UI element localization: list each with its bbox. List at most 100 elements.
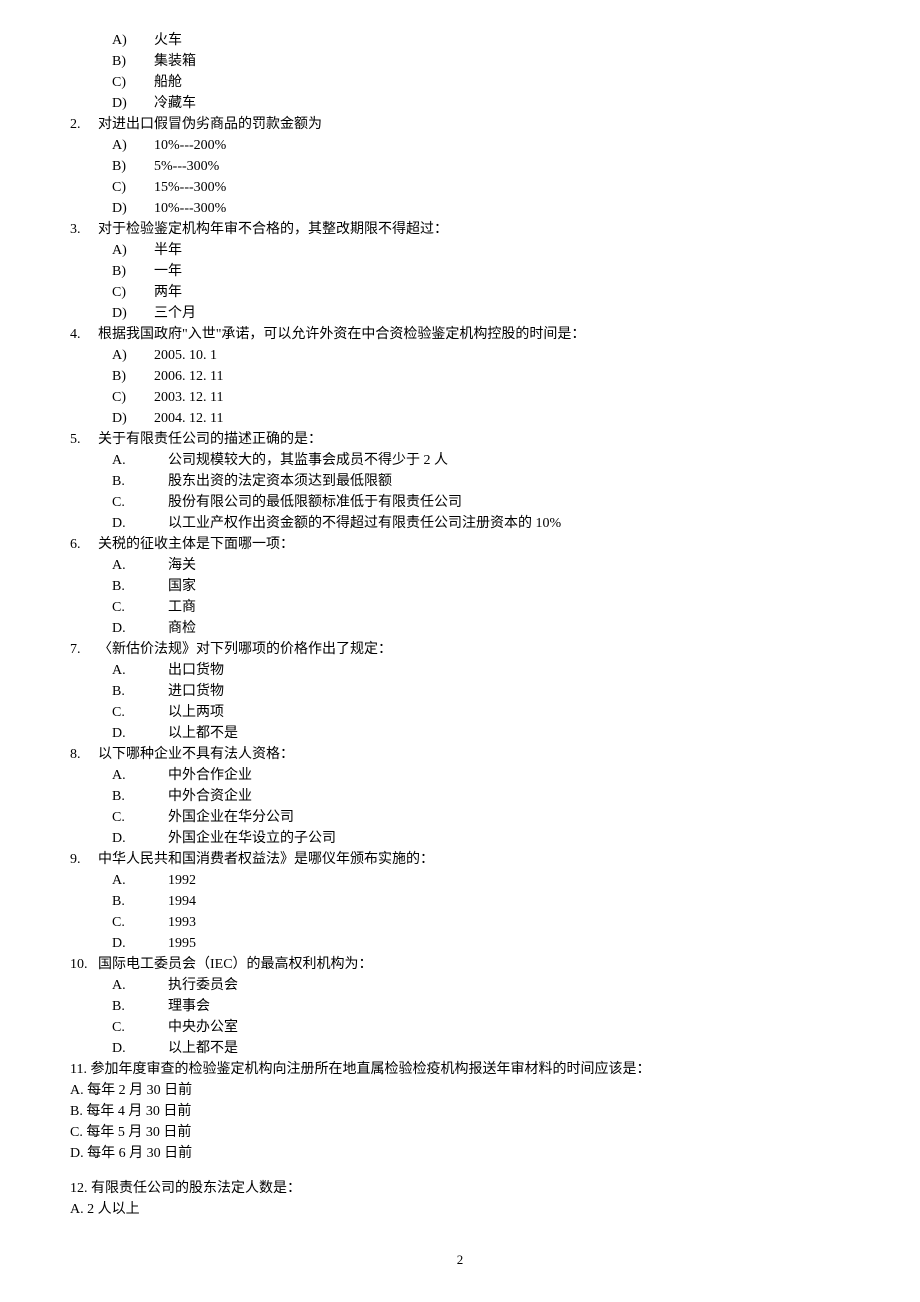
option: B)集装箱 <box>112 51 850 72</box>
option-text: 以上都不是 <box>168 723 238 744</box>
question-7: 7.〈新估价法规》对下列哪项的价格作出了规定： A.出口货物 B.进口货物 C.… <box>70 639 850 744</box>
option: D.1995 <box>112 933 850 954</box>
option-label: D. <box>112 1038 168 1059</box>
option-label: C) <box>112 282 154 303</box>
option: D)2004. 12. 11 <box>112 408 850 429</box>
option-text: 股东出资的法定资本须达到最低限额 <box>168 471 392 492</box>
option-label: B. <box>112 891 168 912</box>
option: D.外国企业在华设立的子公司 <box>112 828 850 849</box>
option-label: A. <box>112 555 168 576</box>
question-stem: 关于有限责任公司的描述正确的是： <box>98 429 850 450</box>
option-text: 海关 <box>168 555 196 576</box>
option-text: 中外合作企业 <box>168 765 252 786</box>
option: C.中央办公室 <box>112 1017 850 1038</box>
option-label: D) <box>112 93 154 114</box>
option: A.1992 <box>112 870 850 891</box>
option: C.以上两项 <box>112 702 850 723</box>
option: C)15%---300% <box>112 177 850 198</box>
option-label: D. <box>112 723 168 744</box>
option-text: 中外合资企业 <box>168 786 252 807</box>
option: B.国家 <box>112 576 850 597</box>
question-9: 9.中华人民共和国消费者权益法》是哪仪年颁布实施的： A.1992 B.1994… <box>70 849 850 954</box>
option-label: A. <box>112 870 168 891</box>
option-label: B) <box>112 261 154 282</box>
option-text: 进口货物 <box>168 681 224 702</box>
option-text: 以工业产权作出资金额的不得超过有限责任公司注册资本的 10% <box>168 513 561 534</box>
option-label: B) <box>112 366 154 387</box>
option-label: D. <box>112 513 168 534</box>
option-text: 集装箱 <box>154 51 196 72</box>
question-10: 10.国际电工委员会（IEC）的最高权利机构为： A.执行委员会 B.理事会 C… <box>70 954 850 1059</box>
option: D)三个月 <box>112 303 850 324</box>
option-text: 1993 <box>168 912 196 933</box>
option-text: 10%---200% <box>154 135 226 156</box>
option-text: 两年 <box>154 282 182 303</box>
option-text: 外国企业在华分公司 <box>168 807 294 828</box>
option: A.公司规模较大的，其监事会成员不得少于 2 人 <box>112 450 850 471</box>
option: A)10%---200% <box>112 135 850 156</box>
option-label: C. <box>112 807 168 828</box>
option: D. 每年 6 月 30 日前 <box>70 1143 850 1164</box>
question-stem: 11. 参加年度审查的检验鉴定机构向注册所在地直属检验检疫机构报送年审材料的时间… <box>70 1059 850 1080</box>
option-label: D. <box>112 828 168 849</box>
question-number: 3. <box>70 219 98 240</box>
option-text: 三个月 <box>154 303 196 324</box>
option-text: 中央办公室 <box>168 1017 238 1038</box>
option: A.中外合作企业 <box>112 765 850 786</box>
option: B.理事会 <box>112 996 850 1017</box>
option-text: 公司规模较大的，其监事会成员不得少于 2 人 <box>168 450 448 471</box>
option-text: 2004. 12. 11 <box>154 408 223 429</box>
option-label: B) <box>112 51 154 72</box>
option: D.以上都不是 <box>112 723 850 744</box>
option-text: 火车 <box>154 30 182 51</box>
option-text: 以上两项 <box>168 702 224 723</box>
option-label: D. <box>112 618 168 639</box>
option: C.股份有限公司的最低限额标准低于有限责任公司 <box>112 492 850 513</box>
option-label: C. <box>112 912 168 933</box>
option-label: A. <box>112 660 168 681</box>
option: C)船舱 <box>112 72 850 93</box>
option: B. 每年 4 月 30 日前 <box>70 1101 850 1122</box>
option: B.1994 <box>112 891 850 912</box>
question-number: 7. <box>70 639 98 660</box>
option: C.1993 <box>112 912 850 933</box>
question-4: 4.根据我国政府"入世"承诺，可以允许外资在中合资检验鉴定机构控股的时间是： A… <box>70 324 850 429</box>
option-text: 1992 <box>168 870 196 891</box>
option-label: B. <box>112 786 168 807</box>
option: A)2005. 10. 1 <box>112 345 850 366</box>
option-label: B. <box>112 576 168 597</box>
question-number: 4. <box>70 324 98 345</box>
question-stem: 以下哪种企业不具有法人资格： <box>98 744 850 765</box>
option-text: 出口货物 <box>168 660 224 681</box>
option: A)火车 <box>112 30 850 51</box>
option-text: 10%---300% <box>154 198 226 219</box>
option-label: C) <box>112 72 154 93</box>
option-text: 理事会 <box>168 996 210 1017</box>
option-label: C. <box>112 492 168 513</box>
page-number: 2 <box>70 1250 850 1270</box>
option: C)2003. 12. 11 <box>112 387 850 408</box>
option-text: 1994 <box>168 891 196 912</box>
option: A.海关 <box>112 555 850 576</box>
option: C)两年 <box>112 282 850 303</box>
option-label: B. <box>112 681 168 702</box>
question-number: 9. <box>70 849 98 870</box>
option-text: 国家 <box>168 576 196 597</box>
question-number: 2. <box>70 114 98 135</box>
option-text: 冷藏车 <box>154 93 196 114</box>
question-6: 6.关税的征收主体是下面哪一项： A.海关 B.国家 C.工商 D.商检 <box>70 534 850 639</box>
option: A)半年 <box>112 240 850 261</box>
option-label: B. <box>112 471 168 492</box>
option-label: A) <box>112 345 154 366</box>
option: A. 2 人以上 <box>70 1199 850 1220</box>
question-number: 8. <box>70 744 98 765</box>
option: B)一年 <box>112 261 850 282</box>
option: C. 每年 5 月 30 日前 <box>70 1122 850 1143</box>
option-text: 工商 <box>168 597 196 618</box>
question-1-continued: A)火车 B)集装箱 C)船舱 D)冷藏车 <box>70 30 850 114</box>
option-label: D) <box>112 198 154 219</box>
option-text: 2003. 12. 11 <box>154 387 223 408</box>
option: D)10%---300% <box>112 198 850 219</box>
question-number: 10. <box>70 954 98 975</box>
question-stem: 〈新估价法规》对下列哪项的价格作出了规定： <box>98 639 850 660</box>
